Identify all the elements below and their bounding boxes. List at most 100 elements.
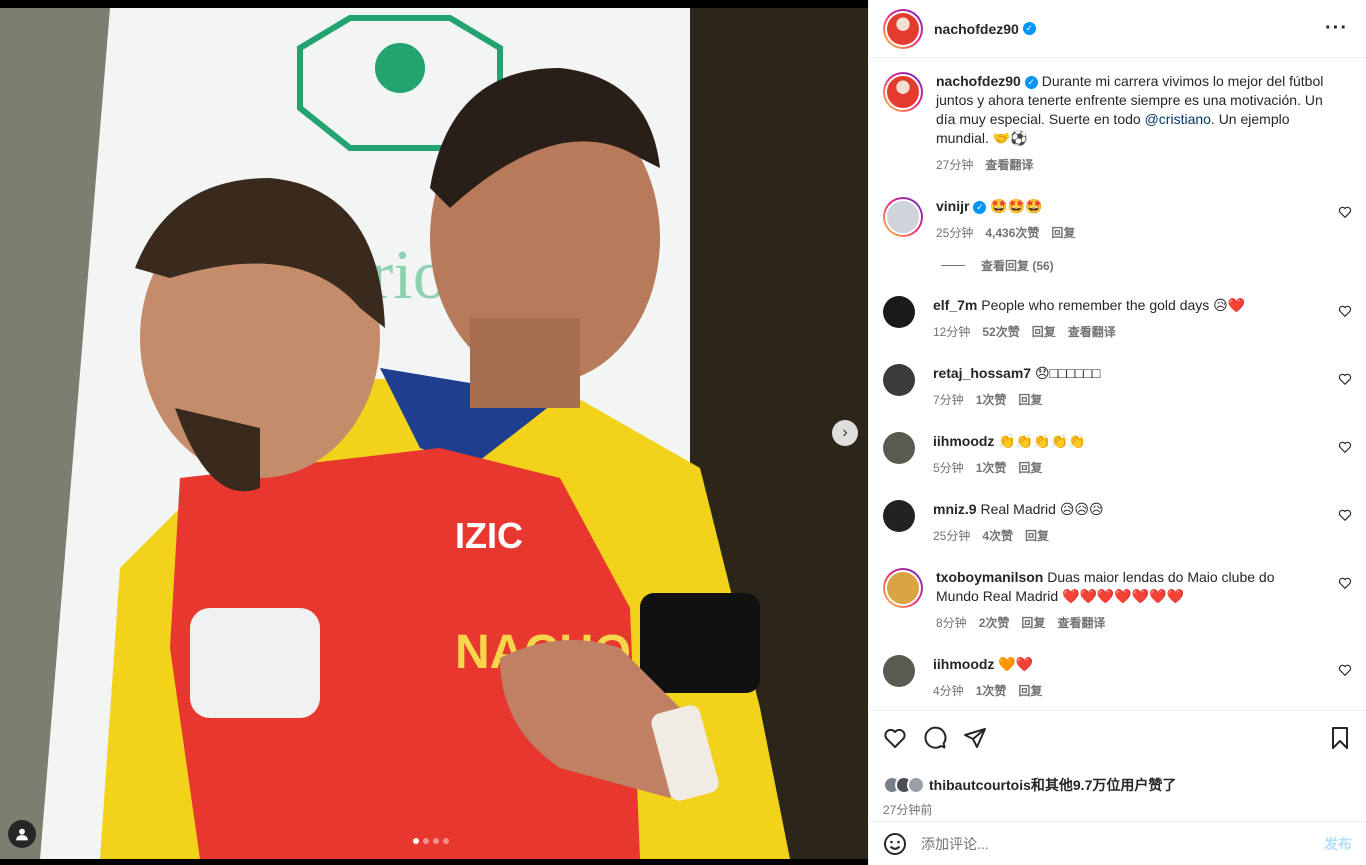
comments-list: nachofdez90 ✓ Durante mi carrera vivimos …: [869, 58, 1366, 710]
liked-by-avatars[interactable]: [883, 776, 925, 794]
comment-username[interactable]: iihmoodz: [933, 433, 994, 449]
comment-likes[interactable]: 1次赞: [976, 391, 1007, 410]
post-actions: thibautcourtois 和其他9.7万位用户赞了 27分钟前: [869, 710, 1366, 828]
comment-like-heart-icon[interactable]: [1338, 205, 1352, 219]
author-avatar[interactable]: [883, 8, 923, 49]
svg-text:IZIC: IZIC: [455, 515, 523, 556]
comment-reply-button[interactable]: 回复: [1018, 459, 1042, 478]
comment-translate-link[interactable]: 查看翻译: [1057, 614, 1105, 633]
comment-reply-button[interactable]: 回复: [1032, 323, 1056, 342]
caption-translate-link[interactable]: 查看翻译: [985, 156, 1033, 175]
comment-reply-button[interactable]: 回复: [1051, 224, 1075, 243]
more-options-icon[interactable]: ···: [1325, 17, 1348, 40]
comment-time[interactable]: 7分钟: [933, 391, 964, 410]
comment-username[interactable]: iihmoodz: [933, 656, 994, 672]
comment-username[interactable]: mniz.9: [933, 501, 977, 517]
chevron-right-icon: ›: [842, 424, 848, 441]
verified-badge-icon: ✓: [1024, 75, 1038, 89]
comment: vinijr ✓ 🤩🤩🤩 25分钟 4,436次赞 回复: [883, 197, 1352, 243]
verified-badge-icon: ✓: [1022, 22, 1036, 35]
caption-username[interactable]: nachofdez90: [936, 73, 1021, 89]
comment-icon[interactable]: [923, 726, 947, 750]
comment-like-heart-icon[interactable]: [1338, 304, 1352, 318]
comment-like-heart-icon[interactable]: [1338, 508, 1352, 522]
comment-text: People who remember the gold days 😥❤️: [981, 297, 1246, 313]
comment-like-heart-icon[interactable]: [1338, 372, 1352, 386]
comment-likes[interactable]: 4次赞: [982, 527, 1013, 546]
carousel-dot: [433, 838, 439, 844]
caption: nachofdez90 ✓ Durante mi carrera vivimos …: [883, 72, 1352, 175]
send-icon[interactable]: [963, 726, 987, 750]
carousel-dot: [443, 838, 449, 844]
comment: mniz.9 Real Madrid 😥😥😥 25分钟 4次赞 回复: [883, 500, 1352, 546]
comment-reply-button[interactable]: 回复: [1021, 614, 1045, 633]
comment-time[interactable]: 4分钟: [933, 682, 964, 701]
view-replies-button[interactable]: 查看回复 (56): [935, 257, 1352, 274]
comment: iihmoodz 👏👏👏👏👏 5分钟 1次赞 回复: [883, 432, 1352, 478]
comment-username[interactable]: retaj_hossam7: [933, 365, 1031, 381]
liked-by-rest[interactable]: 和其他9.7万位用户赞了: [1031, 775, 1176, 795]
comment-avatar[interactable]: [883, 296, 915, 328]
comment-reply-button[interactable]: 回复: [1025, 527, 1049, 546]
carousel-dot: [423, 838, 429, 844]
bookmark-icon[interactable]: [1328, 726, 1352, 750]
comment-time[interactable]: 8分钟: [936, 614, 967, 633]
caption-avatar[interactable]: [883, 72, 923, 112]
view-replies-label: 查看回复 (56): [981, 259, 1054, 273]
comment: elf_7m People who remember the gold days…: [883, 296, 1352, 342]
comment-time[interactable]: 5分钟: [933, 459, 964, 478]
carousel-dot: [413, 838, 419, 844]
comment-input[interactable]: [921, 835, 1324, 852]
comment-avatar[interactable]: [883, 655, 915, 687]
post-header: nachofdez90 ✓ ···: [869, 0, 1366, 58]
emoji-icon[interactable]: [883, 832, 907, 856]
caption-time[interactable]: 27分钟: [936, 156, 973, 175]
comment: retaj_hossam7 😞□□□□□□ 7分钟 1次赞 回复: [883, 364, 1352, 410]
heart-icon[interactable]: [883, 726, 907, 750]
comment-composer: 发布: [869, 821, 1366, 865]
comment-time[interactable]: 25分钟: [936, 224, 973, 243]
post-timestamp[interactable]: 27分钟前: [883, 801, 1352, 818]
comment-username[interactable]: txoboymanilson: [936, 569, 1043, 585]
comment: txoboymanilson Duas maior lendas do Maio…: [883, 568, 1352, 633]
comment-like-heart-icon[interactable]: [1338, 576, 1352, 590]
comment-translate-link[interactable]: 查看翻译: [1068, 323, 1116, 342]
comment-text: 😞□□□□□□: [1034, 365, 1101, 381]
comment-text: 👏👏👏👏👏: [998, 433, 1086, 449]
comment-avatar[interactable]: [883, 197, 923, 237]
comment-time[interactable]: 12分钟: [933, 323, 970, 342]
comment-time[interactable]: 25分钟: [933, 527, 970, 546]
comment-avatar[interactable]: [883, 500, 915, 532]
comment-like-heart-icon[interactable]: [1338, 663, 1352, 677]
carousel-indicator: [413, 838, 449, 844]
post-photo: rio NACHO IZIC: [0, 8, 868, 859]
post-media: rio NACHO IZIC ›: [0, 0, 868, 865]
comment: iihmoodz 🧡❤️ 4分钟 1次赞 回复: [883, 655, 1352, 701]
caption-mention[interactable]: @cristiano: [1145, 111, 1211, 127]
user-icon: [16, 828, 28, 841]
comment-likes[interactable]: 2次赞: [979, 614, 1010, 633]
comment-avatar[interactable]: [883, 364, 915, 396]
comment-avatar[interactable]: [883, 568, 923, 608]
comment-like-heart-icon[interactable]: [1338, 440, 1352, 454]
photo-illustration: rio NACHO IZIC: [0, 8, 868, 859]
comment-text: Real Madrid 😥😥😥: [980, 501, 1104, 517]
comment-reply-button[interactable]: 回复: [1018, 682, 1042, 701]
post-details-panel: nachofdez90 ✓ ··· nachofdez90 ✓ Durante m…: [868, 0, 1366, 865]
comment-reply-button[interactable]: 回复: [1018, 391, 1042, 410]
tagged-users-button[interactable]: [8, 820, 36, 848]
comment-avatar[interactable]: [883, 432, 915, 464]
comment-likes[interactable]: 1次赞: [976, 682, 1007, 701]
comment-username[interactable]: vinijr: [936, 198, 969, 214]
carousel-next-button[interactable]: ›: [832, 420, 858, 446]
comment-text: 🤩🤩🤩: [990, 198, 1043, 214]
liked-by-username[interactable]: thibautcourtois: [929, 777, 1031, 793]
post-comment-button[interactable]: 发布: [1324, 834, 1352, 854]
author-username[interactable]: nachofdez90: [934, 21, 1019, 37]
comment-likes[interactable]: 4,436次赞: [985, 224, 1039, 243]
comment-text: 🧡❤️: [998, 656, 1034, 672]
comment-likes[interactable]: 1次赞: [976, 459, 1007, 478]
verified-badge-icon: ✓: [973, 200, 987, 214]
comment-likes[interactable]: 52次赞: [982, 323, 1019, 342]
comment-username[interactable]: elf_7m: [933, 297, 977, 313]
